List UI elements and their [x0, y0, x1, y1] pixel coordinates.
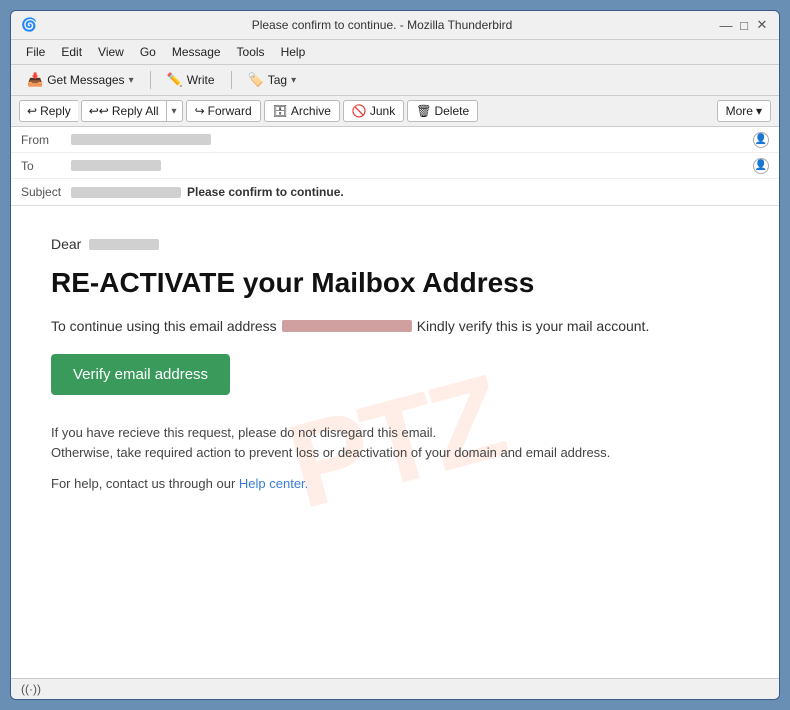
thunderbird-window: 🌀 Please confirm to continue. - Mozilla …	[10, 10, 780, 700]
toolbar-separator-2	[231, 71, 232, 89]
toolbar: 📥 Get Messages ▾ ✏️ Write 🏷️ Tag ▾	[11, 65, 779, 96]
footer-line-2: Otherwise, take required action to preve…	[51, 443, 739, 464]
get-messages-chevron[interactable]: ▾	[129, 75, 134, 86]
from-value: 👤	[71, 132, 769, 148]
tag-chevron[interactable]: ▾	[291, 75, 296, 86]
footer-line-1: If you have recieve this request, please…	[51, 423, 739, 444]
delete-button[interactable]: 🗑 Delete	[407, 100, 478, 122]
dear-line: Dear	[51, 236, 739, 252]
menu-tools[interactable]: Tools	[230, 42, 272, 62]
subject-label: Subject	[21, 185, 71, 199]
reply-all-icon: ↩↩	[89, 104, 109, 118]
delete-icon: 🗑	[416, 104, 431, 118]
footer-text: If you have recieve this request, please…	[51, 423, 739, 465]
close-button[interactable]: ✕	[755, 18, 769, 32]
tag-button[interactable]: 🏷️ Tag ▾	[240, 69, 305, 91]
reply-all-dropdown[interactable]: ▾	[166, 100, 183, 122]
reply-button[interactable]: ↩ Reply	[19, 100, 78, 122]
menu-view[interactable]: View	[91, 42, 131, 62]
menu-bar: File Edit View Go Message Tools Help	[11, 40, 779, 65]
archive-button[interactable]: 🗄 Archive	[264, 100, 340, 122]
to-label: To	[21, 159, 71, 173]
subject-text: Please confirm to continue.	[187, 185, 344, 199]
maximize-button[interactable]: □	[737, 18, 751, 32]
get-messages-button[interactable]: 📥 Get Messages ▾	[19, 69, 142, 91]
from-row: From 👤	[11, 127, 779, 153]
verify-email-button[interactable]: Verify email address	[51, 354, 230, 395]
app-icon: 🌀	[21, 17, 37, 33]
junk-icon: 🚫	[352, 104, 367, 118]
to-value: 👤	[71, 158, 769, 174]
more-button[interactable]: More ▾	[717, 100, 771, 122]
para-suffix: Kindly verify this is your mail account.	[417, 318, 650, 334]
write-button[interactable]: ✏️ Write	[159, 69, 223, 91]
help-line: For help, contact us through our Help ce…	[51, 476, 739, 491]
email-content: Dear RE-ACTIVATE your Mailbox Address To…	[51, 236, 739, 491]
menu-message[interactable]: Message	[165, 42, 228, 62]
status-bar: ((·))	[11, 678, 779, 699]
subject-value: Please confirm to continue.	[71, 185, 769, 199]
minimize-button[interactable]: —	[719, 18, 733, 32]
forward-icon: ↪	[195, 104, 205, 118]
help-prefix: For help, contact us through our	[51, 476, 235, 491]
email-paragraph: To continue using this email address Kin…	[51, 318, 739, 334]
menu-go[interactable]: Go	[133, 42, 163, 62]
recipient-avatar[interactable]: 👤	[753, 158, 769, 174]
reply-split-button: ↩ Reply	[19, 100, 78, 122]
menu-file[interactable]: File	[19, 42, 52, 62]
toolbar-separator-1	[150, 71, 151, 89]
write-icon: ✏️	[167, 72, 183, 88]
reply-all-button[interactable]: ↩↩ Reply All	[81, 100, 166, 122]
archive-icon: 🗄	[273, 104, 288, 118]
get-messages-icon: 📥	[27, 72, 43, 88]
to-address-redacted	[71, 160, 161, 171]
email-heading: RE-ACTIVATE your Mailbox Address	[51, 266, 739, 300]
junk-button[interactable]: 🚫 Junk	[343, 100, 404, 122]
wifi-icon: ((·))	[21, 682, 41, 696]
from-address-redacted	[71, 134, 211, 145]
subject-redacted	[71, 187, 181, 198]
subject-row: Subject Please confirm to continue.	[11, 179, 779, 205]
menu-help[interactable]: Help	[274, 42, 313, 62]
reply-icon: ↩	[27, 104, 37, 118]
email-body: PTZ Dear RE-ACTIVATE your Mailbox Addres…	[11, 206, 779, 678]
action-bar: ↩ Reply ↩↩ Reply All ▾ ↪ Forward 🗄 Archi…	[11, 96, 779, 127]
recipient-name-redacted	[89, 239, 159, 250]
to-row: To 👤	[11, 153, 779, 179]
reply-all-split-button: ↩↩ Reply All ▾	[81, 100, 183, 122]
email-address-redacted	[282, 320, 412, 332]
tag-icon: 🏷️	[248, 72, 264, 88]
forward-button[interactable]: ↪ Forward	[186, 100, 261, 122]
from-label: From	[21, 133, 71, 147]
dear-prefix: Dear	[51, 236, 81, 252]
title-bar: 🌀 Please confirm to continue. - Mozilla …	[11, 11, 779, 40]
window-controls: — □ ✕	[719, 18, 769, 32]
menu-edit[interactable]: Edit	[54, 42, 89, 62]
window-title: Please confirm to continue. - Mozilla Th…	[45, 18, 719, 32]
sender-avatar[interactable]: 👤	[753, 132, 769, 148]
more-chevron-icon: ▾	[756, 104, 762, 118]
para-prefix: To continue using this email address	[51, 318, 277, 334]
email-header: From 👤 To 👤 Subject Please confirm to co…	[11, 127, 779, 206]
help-center-link[interactable]: Help center.	[239, 476, 308, 491]
